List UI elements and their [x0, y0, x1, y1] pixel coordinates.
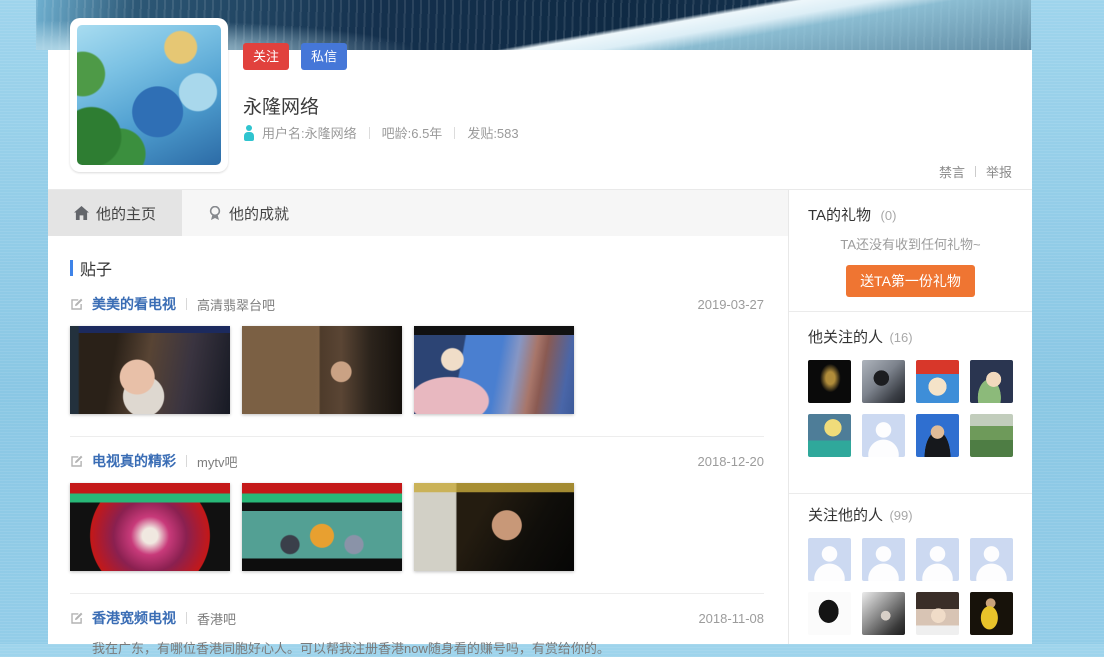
post-item: 美美的看电视 高清翡翠台吧 2019-03-27 — [70, 294, 764, 414]
post-thumbnail-image[interactable] — [242, 326, 402, 414]
post-divider — [70, 436, 764, 437]
post-thumbnail-image[interactable] — [70, 483, 230, 571]
followers-avatar-grid — [808, 538, 1013, 635]
post-item: 电视真的精彩 mytv吧 2018-12-20 — [70, 451, 764, 571]
followed-user-avatar[interactable] — [862, 414, 905, 457]
gifts-section: TA的礼物 (0) TA还没有收到任何礼物~ 送TA第一份礼物 — [789, 190, 1032, 311]
followers-count: (99) — [889, 508, 913, 523]
stat-username: 用户名:永隆网络 — [262, 126, 357, 141]
followed-user-avatar[interactable] — [970, 360, 1013, 403]
post-thumbnail-image[interactable] — [70, 326, 230, 414]
profile-avatar — [70, 18, 228, 172]
post-title-link[interactable]: 香港宽频电视 — [92, 608, 176, 628]
post-title-link[interactable]: 电视真的精彩 — [92, 451, 176, 471]
divider — [186, 455, 187, 467]
profile-tab-bar: 他的主页 他的成就 — [48, 190, 788, 236]
follower-user-avatar[interactable] — [862, 592, 905, 635]
male-gender-icon — [243, 124, 254, 141]
post-item: 香港宽频电视 香港吧 2018-11-08 我在广东，有哪位香港同胞好心人。可以… — [70, 608, 764, 657]
stat-post-count: 发贴:583 — [467, 126, 519, 141]
follower-user-avatar[interactable] — [970, 538, 1013, 581]
gifts-count: (0) — [880, 208, 897, 223]
post-thumbnail-image[interactable] — [414, 326, 574, 414]
section-title: 贴子 — [80, 262, 113, 279]
profile-actions: 关注 私信 — [243, 43, 348, 70]
mute-link[interactable]: 禁言 — [939, 162, 965, 181]
divider — [186, 298, 187, 310]
username-title: 永隆网络 — [243, 97, 320, 118]
report-link[interactable]: 举报 — [986, 162, 1012, 181]
followed-user-avatar[interactable] — [970, 414, 1013, 457]
follower-user-avatar[interactable] — [916, 538, 959, 581]
tab-label: 他的成就 — [229, 205, 290, 223]
follow-button[interactable]: 关注 — [243, 43, 290, 70]
sidebar: TA的礼物 (0) TA还没有收到任何礼物~ 送TA第一份礼物 他关注的人 (1… — [788, 190, 1032, 644]
following-avatar-grid — [808, 360, 1013, 457]
section-accent-bar — [70, 260, 73, 276]
followed-user-avatar[interactable] — [916, 360, 959, 403]
tieba-user-profile-page: { "profile": { "avatar_description": "Ri… — [0, 0, 1104, 656]
post-edit-icon — [70, 297, 84, 311]
gifts-title: TA的礼物 — [808, 207, 872, 224]
post-edit-icon — [70, 611, 84, 625]
private-message-button[interactable]: 私信 — [301, 43, 348, 70]
post-forum-link[interactable]: 香港吧 — [197, 609, 236, 628]
divider — [368, 126, 370, 139]
follower-user-avatar[interactable] — [808, 538, 851, 581]
profile-avatar-image — [77, 25, 221, 165]
tab-label: 他的主页 — [96, 205, 157, 223]
post-thumbnails — [70, 326, 764, 414]
post-date: 2018-12-20 — [697, 453, 765, 469]
moderation-links: 禁言 举报 — [939, 162, 1012, 181]
post-date: 2018-11-08 — [698, 610, 764, 626]
divider — [186, 612, 187, 624]
following-section: 他关注的人 (16) — [789, 311, 1032, 493]
profile-stats: 用户名:永隆网络 吧龄:6.5年 发贴:583 — [243, 123, 519, 142]
post-divider — [70, 593, 764, 594]
send-first-gift-button[interactable]: 送TA第一份礼物 — [846, 265, 975, 297]
post-body-text: 我在广东，有哪位香港同胞好心人。可以帮我注册香港now随身看的赚号吗，有赏给你的… — [92, 641, 610, 656]
posts-section-header: 贴子 — [70, 256, 764, 280]
tab-his-homepage[interactable]: 他的主页 — [48, 190, 183, 236]
follower-user-avatar[interactable] — [808, 592, 851, 635]
follower-user-avatar[interactable] — [916, 592, 959, 635]
followed-user-avatar[interactable] — [862, 360, 905, 403]
followers-section: 关注他的人 (99) — [789, 493, 1032, 647]
post-thumbnails — [70, 483, 764, 571]
home-icon — [74, 206, 89, 220]
post-edit-icon — [70, 454, 84, 468]
tab-his-achievements[interactable]: 他的成就 — [182, 190, 315, 236]
divider — [974, 166, 976, 177]
followers-title: 关注他的人 — [808, 507, 884, 524]
post-forum-link[interactable]: 高清翡翠台吧 — [197, 295, 275, 314]
post-thumbnail-image[interactable] — [414, 483, 574, 571]
divider — [454, 126, 456, 139]
followed-user-avatar[interactable] — [916, 414, 959, 457]
followed-user-avatar[interactable] — [808, 360, 851, 403]
stat-tieba-age: 吧龄:6.5年 — [381, 126, 443, 141]
follower-user-avatar[interactable] — [970, 592, 1013, 635]
follower-user-avatar[interactable] — [862, 538, 905, 581]
posts-list: 贴子 美美的看电视 高清翡翠台吧 2019-03-27 电视真的精彩 mytv吧… — [48, 236, 788, 657]
main-column: 他的主页 他的成就 贴子 美美的看电视 高清翡翠台吧 2019-03-27 电视… — [48, 190, 788, 656]
post-forum-link[interactable]: mytv吧 — [197, 452, 237, 471]
medal-icon — [208, 205, 222, 221]
following-title: 他关注的人 — [808, 329, 884, 346]
post-thumbnail-image[interactable] — [242, 483, 402, 571]
followed-user-avatar[interactable] — [808, 414, 851, 457]
following-count: (16) — [889, 330, 913, 345]
gifts-empty-text: TA还没有收到任何礼物~ — [840, 237, 981, 252]
post-date: 2019-03-27 — [697, 296, 765, 312]
post-title-link[interactable]: 美美的看电视 — [92, 294, 176, 314]
